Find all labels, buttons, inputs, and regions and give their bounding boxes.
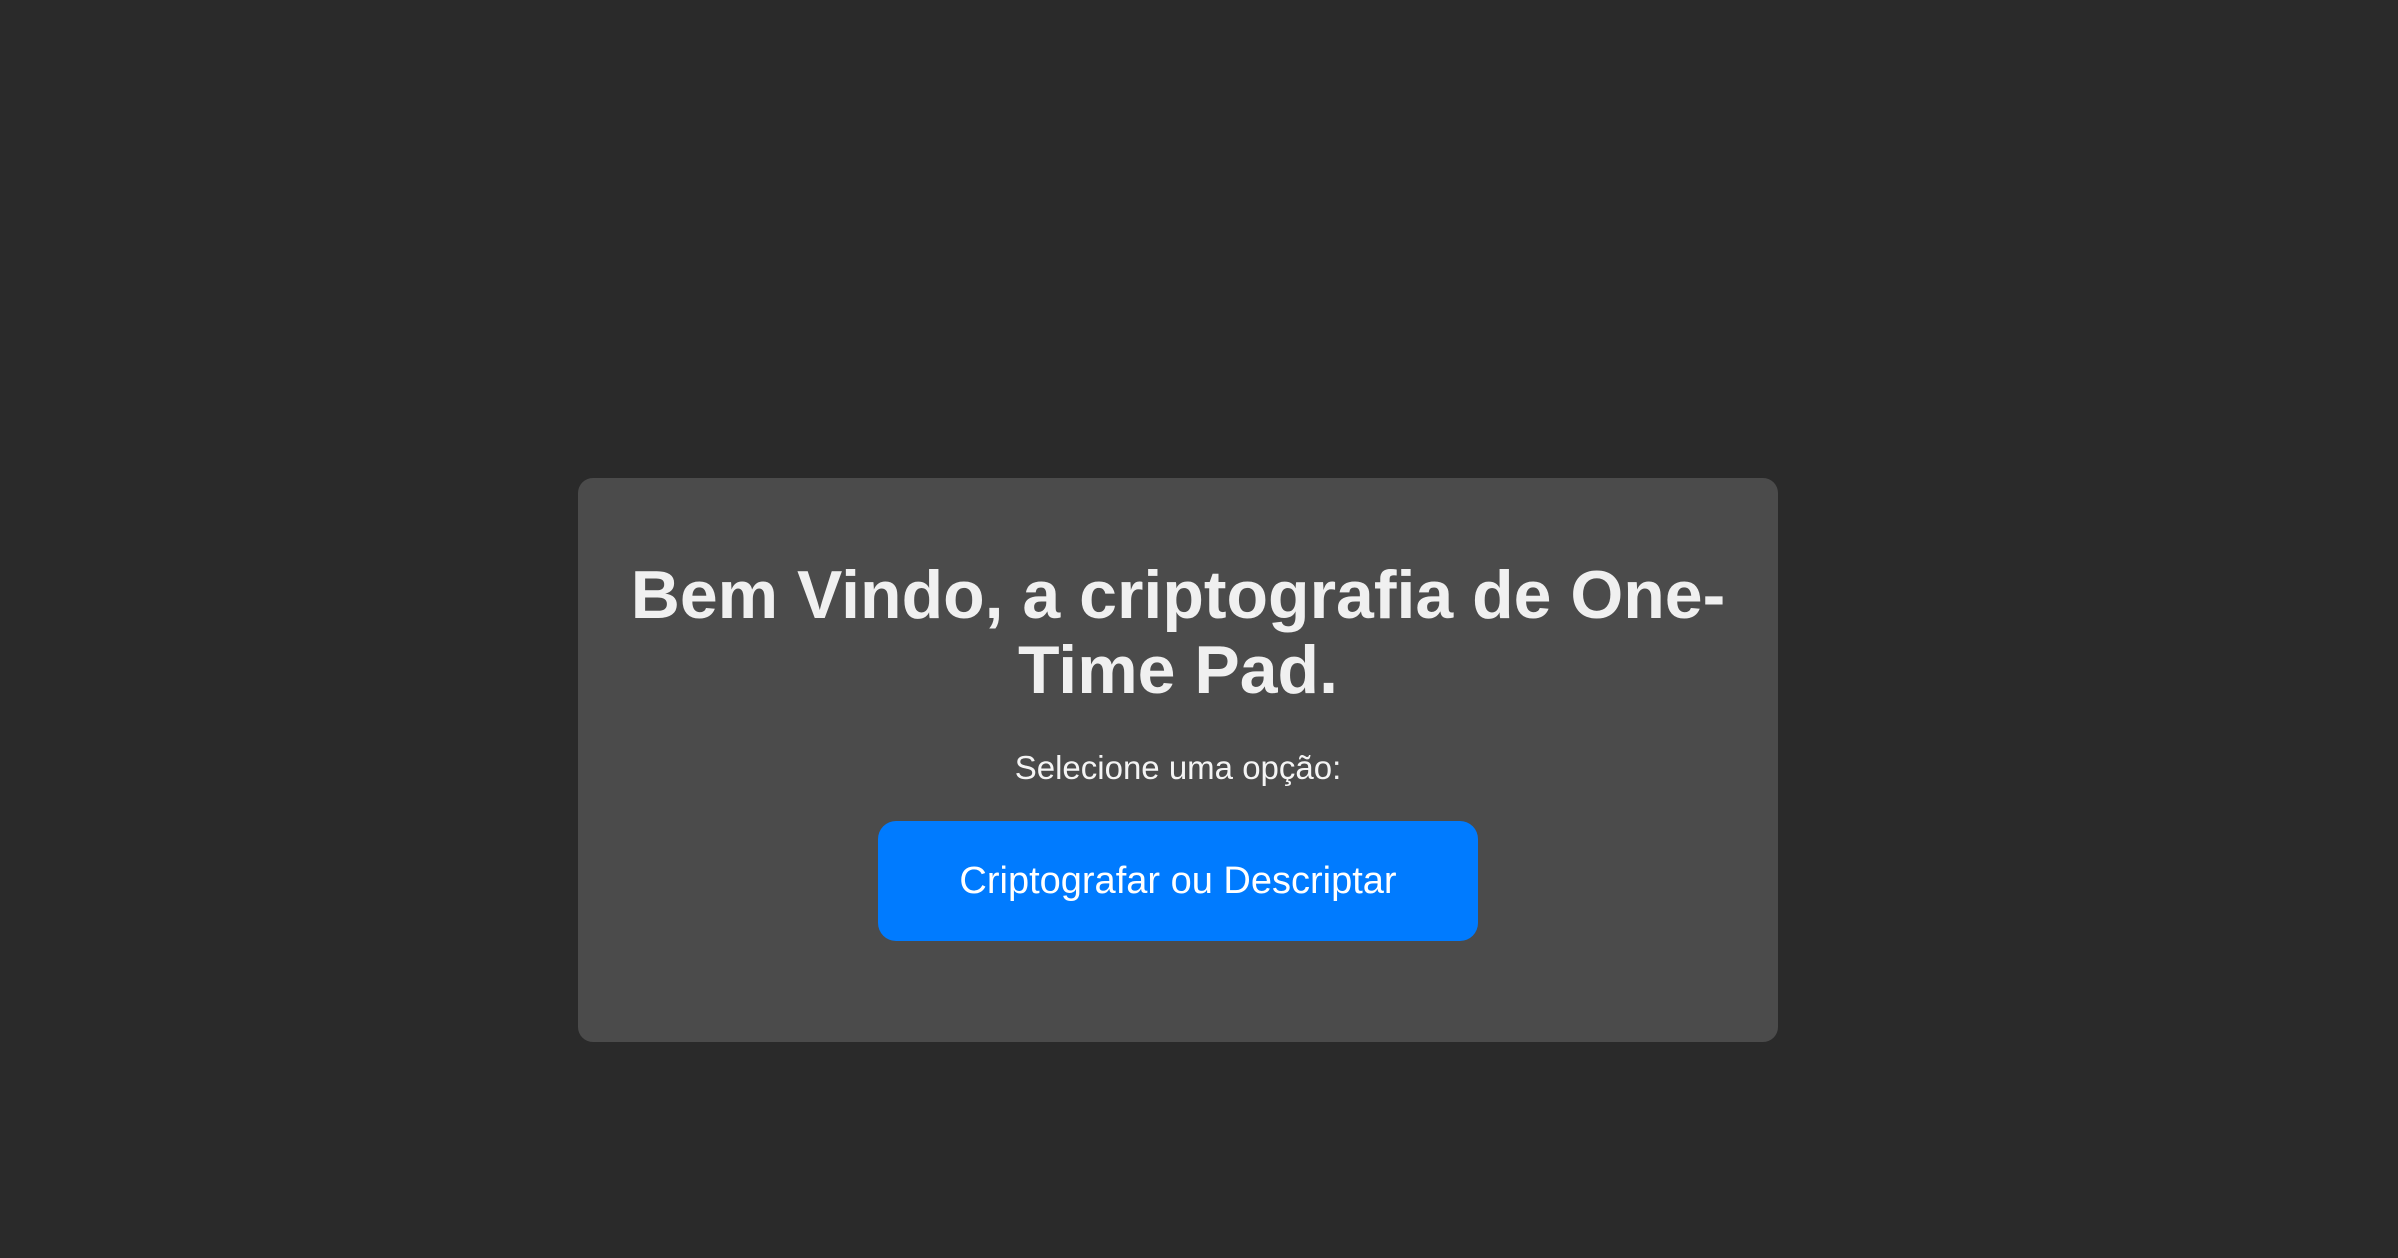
option-prompt: Selecione uma opção:	[1014, 749, 1342, 786]
welcome-card: Bem Vindo, a criptografia de One-Time Pa…	[578, 478, 1778, 1042]
encrypt-decrypt-button[interactable]: Criptografar ou Descriptar	[878, 821, 1478, 941]
page-title: Bem Vindo, a criptografia de One-Time Pa…	[630, 557, 1726, 708]
